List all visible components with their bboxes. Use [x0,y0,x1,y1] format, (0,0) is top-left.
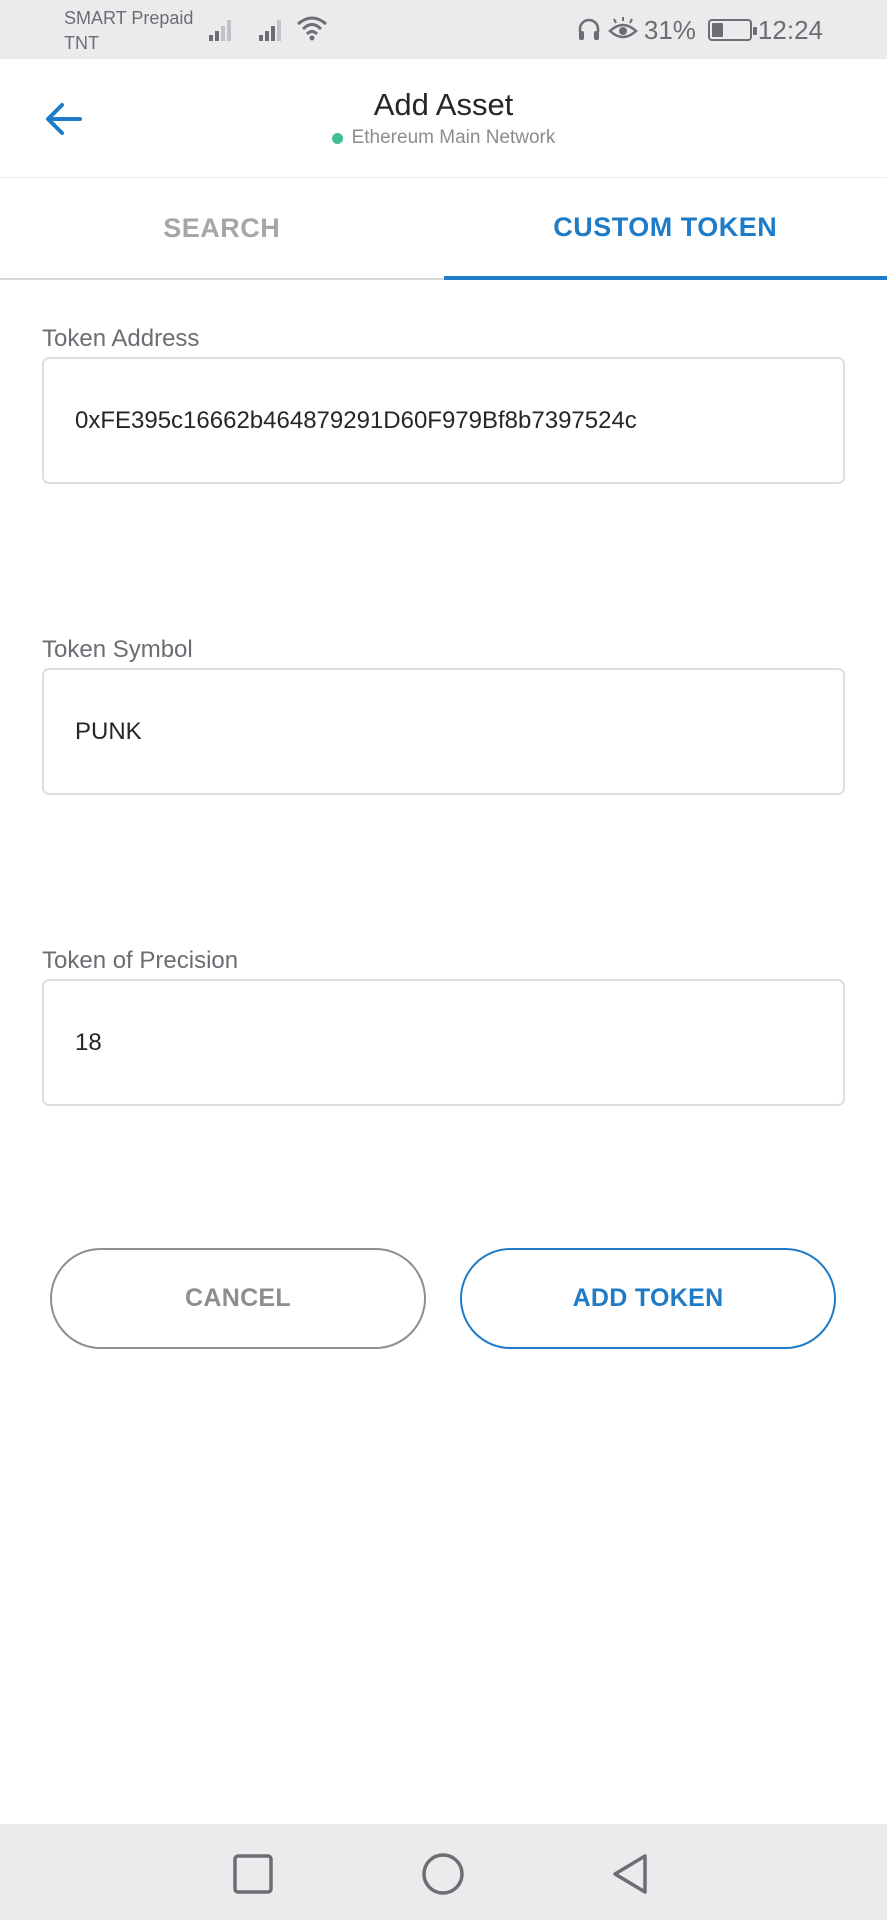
signal-icon [259,20,281,41]
status-right-group: 31% 12:24 [576,14,823,46]
battery-nub [752,27,757,35]
token-symbol-label: Token Symbol [42,636,193,663]
network-indicator: Ethereum Main Network [0,127,887,149]
carrier-name-primary: SMART Prepaid [64,8,194,28]
network-name: Ethereum Main Network [351,127,556,148]
recent-apps-icon[interactable] [231,1852,275,1896]
app-header: Add Asset Ethereum Main Network [0,59,887,178]
status-bar: SMART Prepaid TNT 31% 12:24 [0,0,887,59]
page-title: Add Asset [373,87,514,122]
tab-search[interactable]: SEARCH [0,178,444,280]
network-status-dot-icon [331,132,343,144]
system-nav-bar [0,1824,887,1920]
battery-icon [707,19,757,41]
cancel-button[interactable]: CANCEL [50,1248,426,1349]
tab-bar: SEARCH CUSTOM TOKEN [0,178,887,280]
back-icon[interactable] [609,1852,653,1896]
screen: SMART Prepaid TNT 31% 12:24 Add Asset Et… [0,0,887,1920]
carrier-name-secondary: TNT [64,33,99,53]
token-address-label: Token Address [42,325,200,352]
battery-percent: 31% [643,14,696,45]
battery-fill [711,23,723,37]
wifi-icon [297,16,327,41]
headphones-icon [578,18,600,40]
token-symbol-input[interactable]: PUNK [42,668,845,795]
add-token-button[interactable]: ADD TOKEN [460,1248,836,1349]
eye-icon [608,17,638,39]
token-precision-input[interactable]: 18 [42,979,845,1106]
signal-icon [209,20,231,41]
clock-time: 12:24 [757,14,823,45]
token-precision-label: Token of Precision [42,947,239,974]
home-icon[interactable] [421,1852,465,1896]
token-address-input[interactable]: 0xFE395c16662b464879291D60F979Bf8b739752… [42,357,845,484]
tab-custom-token[interactable]: CUSTOM TOKEN [443,178,887,280]
